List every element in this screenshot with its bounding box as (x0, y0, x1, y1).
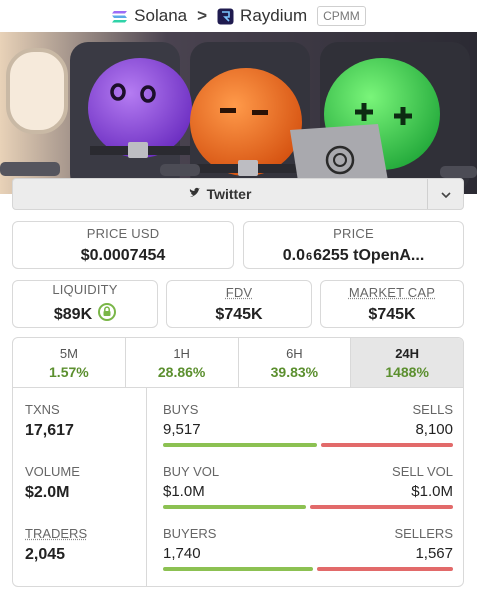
txns-label: TXNS (25, 402, 60, 417)
tab-24h[interactable]: 24H 1488% (351, 338, 463, 387)
market-cap-card: MARKET CAP $745K (320, 280, 464, 328)
stats-left-column: TXNS 17,617 VOLUME $2.0M TRADERS 2,045 (13, 388, 147, 586)
fdv-value: $745K (215, 305, 263, 323)
price-native-rest: 6255 tOpenA... (313, 246, 425, 264)
buyers-label: BUYERS (163, 526, 217, 541)
buyers-ratio-bar (163, 567, 453, 571)
tab-change: 39.83% (270, 363, 319, 380)
sell-bar (321, 443, 453, 447)
lock-icon[interactable] (98, 303, 117, 326)
buys-label: BUYS (163, 402, 199, 417)
twitter-label: Twitter (206, 186, 252, 202)
liquidity-value: $89K (53, 305, 93, 323)
sell-vol-value: $1.0M (411, 483, 453, 500)
volume-label: VOLUME (25, 464, 80, 479)
fdv-card: FDV $745K (166, 280, 312, 328)
twitter-bird-icon (189, 186, 201, 202)
volume-ratio-bar (163, 505, 453, 509)
volume-value: $2.0M (25, 484, 70, 501)
sells-label: SELLS (412, 402, 453, 417)
twitter-button[interactable]: Twitter (13, 179, 427, 209)
traders-label[interactable]: TRADERS (25, 526, 87, 541)
price-native-label: PRICE (333, 225, 374, 241)
price-usd-label: PRICE USD (86, 225, 160, 241)
price-usd-card: PRICE USD $0.0007454 (12, 221, 234, 269)
buys-value: 9,517 (163, 421, 201, 438)
buy-bar (163, 567, 314, 571)
chain-link[interactable]: Solana (134, 6, 187, 26)
price-usd-value: $0.0007454 (80, 246, 166, 264)
volume-metric: VOLUME $2.0M (25, 464, 80, 502)
sellers-value: 1,567 (415, 545, 453, 562)
tab-1h[interactable]: 1H 28.86% (126, 338, 239, 387)
buyers-value: 1,740 (163, 545, 201, 562)
traders-metric: TRADERS 2,045 (25, 526, 87, 564)
social-dropdown-button[interactable] (427, 179, 463, 209)
buy-bar (163, 443, 318, 447)
stats-panel: 5M 1.57% 1H 28.86% 6H 39.83% 24H 1488% T… (12, 337, 464, 587)
liquidity-label: LIQUIDITY (52, 282, 118, 297)
fdv-label[interactable]: FDV (226, 285, 253, 300)
token-banner-image (0, 32, 477, 194)
market-cap-label[interactable]: MARKET CAP (349, 285, 435, 300)
liquidity-value-row: $89K (53, 303, 117, 326)
buy-vol-label: BUY VOL (163, 464, 220, 479)
liquidity-card: LIQUIDITY $89K (12, 280, 158, 328)
tab-change: 28.86% (157, 363, 206, 380)
volume-pair: BUY VOL SELL VOL $1.0M $1.0M (163, 464, 453, 509)
price-native-prefix: 0.0 (282, 246, 305, 264)
sellers-label: SELLERS (394, 526, 453, 541)
breadcrumb: Solana > Raydium CPMM (0, 0, 477, 32)
market-cap-value: $745K (368, 305, 416, 323)
buys-sells-pair: BUYS SELLS 9,517 8,100 (163, 402, 453, 447)
tab-change: 1488% (385, 363, 429, 380)
solana-logo-icon (111, 9, 128, 23)
tab-label: 6H (286, 345, 303, 361)
tab-change: 1.57% (49, 363, 89, 380)
sells-value: 8,100 (415, 421, 453, 438)
social-links-bar: Twitter (12, 178, 464, 210)
sell-vol-label: SELL VOL (392, 464, 453, 479)
buys-sells-ratio-bar (163, 443, 453, 447)
buy-bar (163, 505, 306, 509)
tab-label: 5M (59, 345, 78, 361)
txns-value: 17,617 (25, 422, 74, 439)
sell-bar (310, 505, 453, 509)
sell-bar (317, 567, 453, 571)
tab-label: 1H (173, 345, 190, 361)
buy-vol-value: $1.0M (163, 483, 205, 500)
price-native-card: PRICE 0.0 6 6255 tOpenA... (243, 221, 464, 269)
chevron-right-icon: > (197, 6, 208, 25)
raydium-logo-icon (217, 8, 234, 25)
tab-5m[interactable]: 5M 1.57% (13, 338, 126, 387)
timeframe-tabs: 5M 1.57% 1H 28.86% 6H 39.83% 24H 1488% (13, 338, 463, 388)
price-native-zero-count: 6 (305, 250, 313, 263)
dex-link[interactable]: Raydium (240, 6, 307, 26)
stats-rows: TXNS 17,617 VOLUME $2.0M TRADERS 2,045 B… (13, 388, 463, 586)
pool-type-badge: CPMM (317, 6, 366, 26)
chevron-down-icon (440, 185, 451, 203)
buyers-sellers-pair: BUYERS SELLERS 1,740 1,567 (163, 526, 453, 571)
price-native-value: 0.0 6 6255 tOpenA... (283, 247, 425, 265)
tab-6h[interactable]: 6H 39.83% (239, 338, 352, 387)
tab-label: 24H (395, 345, 420, 361)
txns-metric: TXNS 17,617 (25, 402, 74, 440)
traders-value: 2,045 (25, 546, 66, 563)
